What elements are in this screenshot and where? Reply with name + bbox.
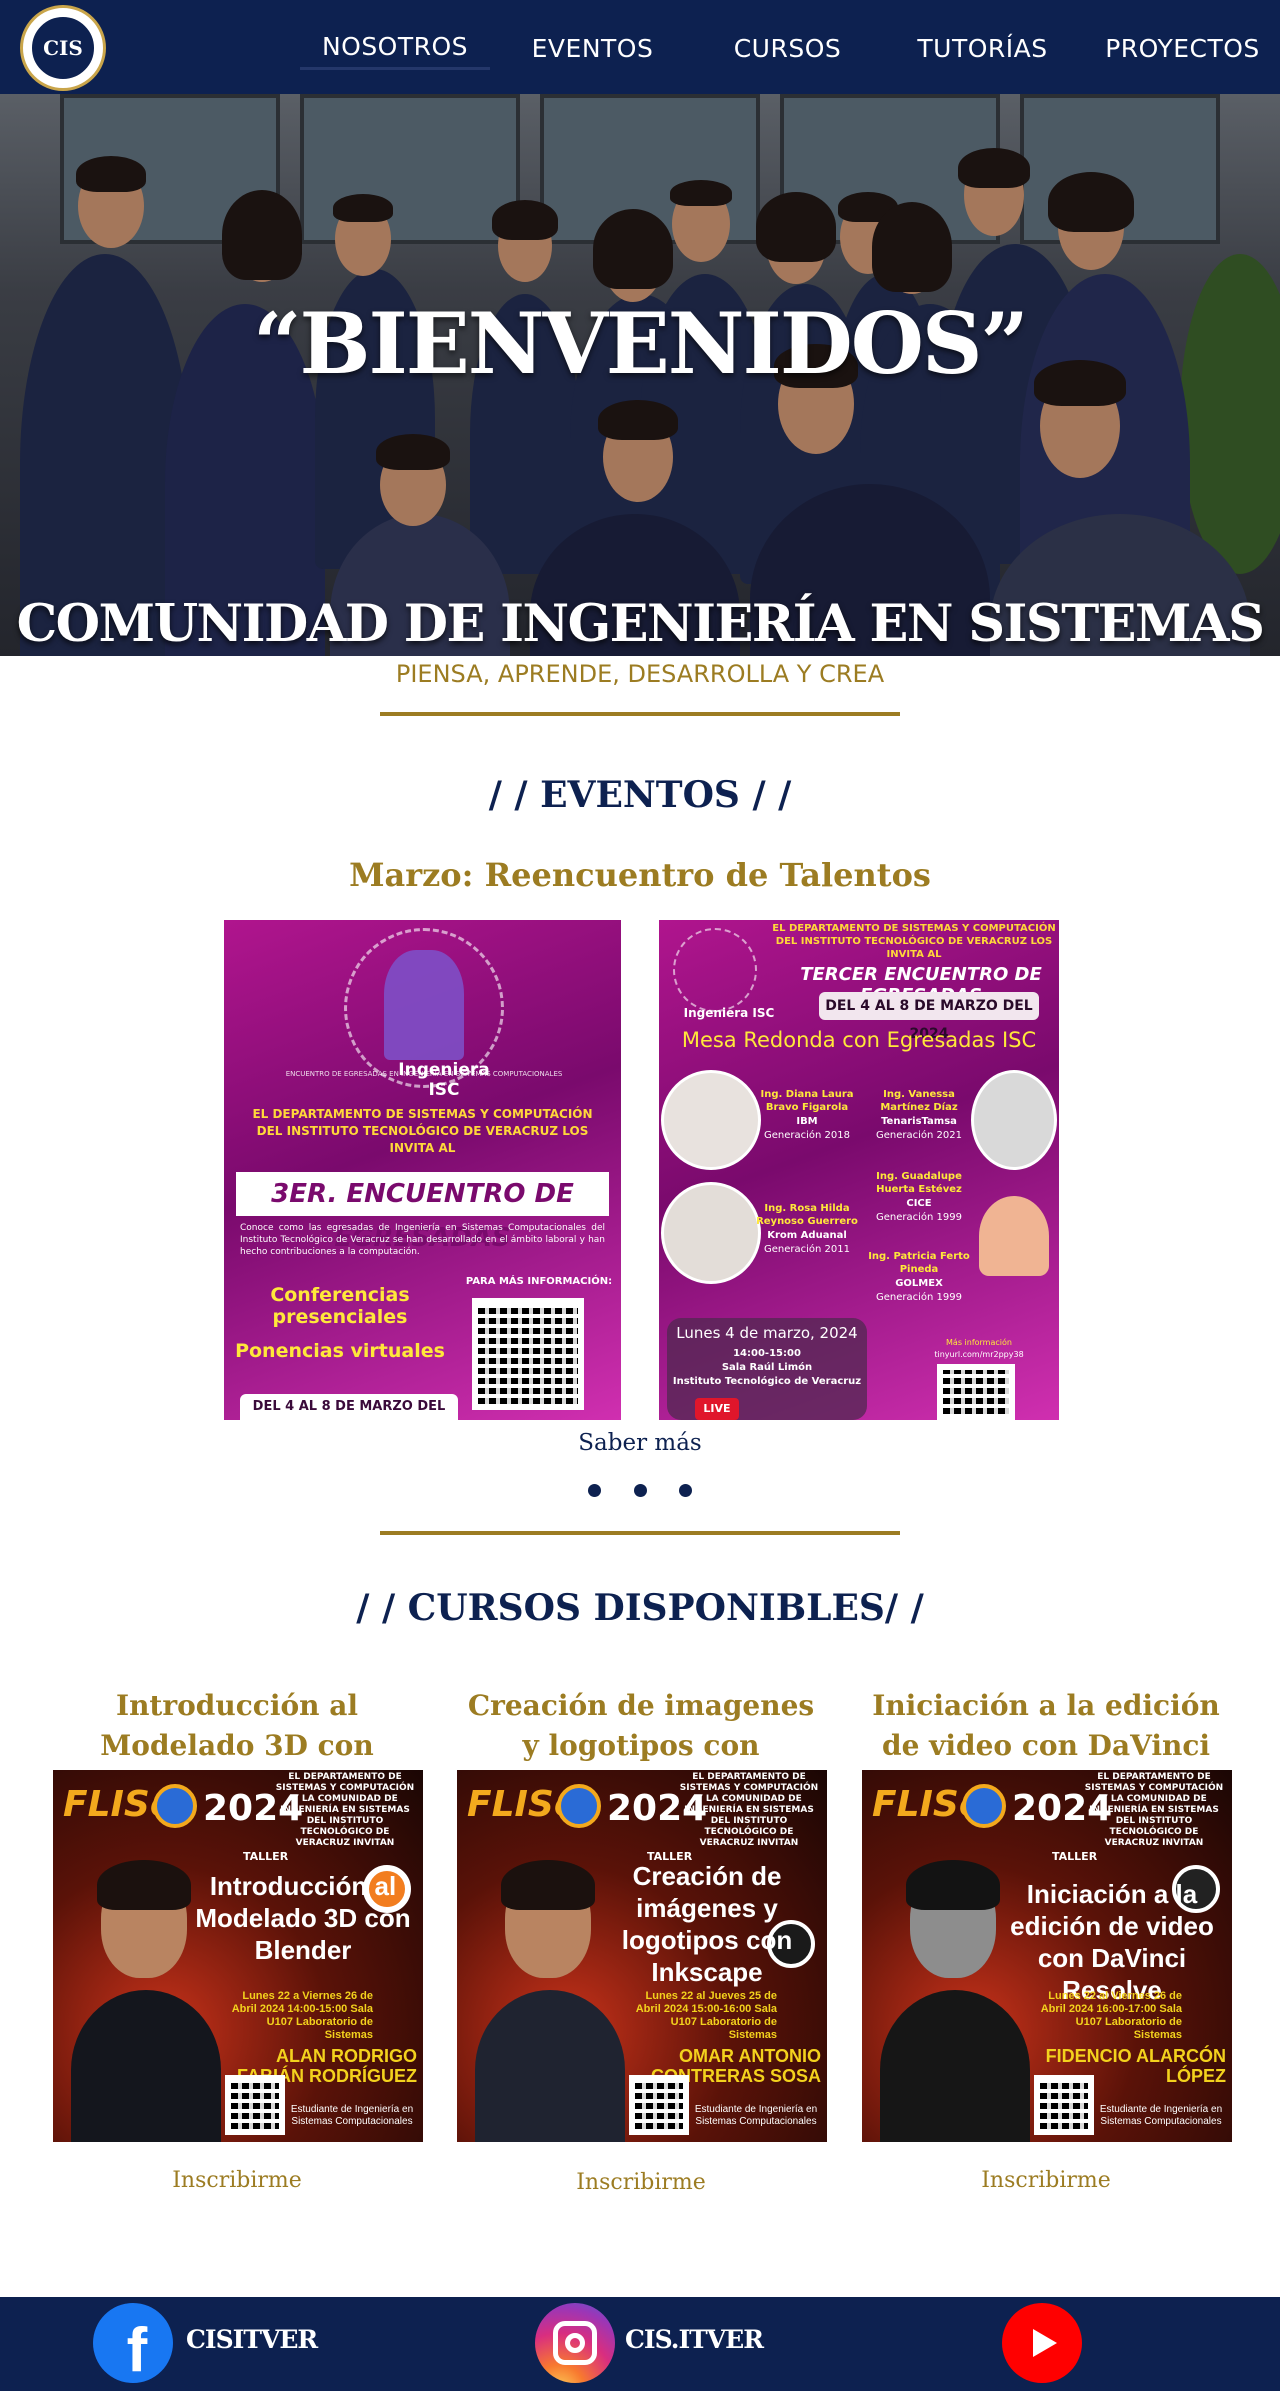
poster-invite: EL DEPARTAMENTO DE SISTEMAS Y COMPUTACIÓ…	[252, 1107, 593, 1155]
facebook-link[interactable]: CISITVER	[186, 2325, 318, 2354]
speaker-3-gen: Generación 1999	[876, 1212, 962, 1223]
cis-logo[interactable]: CIS	[20, 5, 106, 91]
youtube-icon[interactable]	[1002, 2303, 1082, 2383]
speaker-1-gen: Generación 2018	[764, 1130, 850, 1141]
poster2-mesa: Mesa Redonda con Egresadas ISC	[681, 1028, 1037, 1052]
event-poster-1[interactable]: ENCUENTRO DE EGRESADAS EN INGENIERÍA EN …	[224, 920, 621, 1420]
instagram-link[interactable]: CIS.ITVER	[625, 2325, 764, 2354]
speaker-1-org: IBM	[796, 1116, 818, 1127]
poster-department: EL DEPARTAMENTO DE SISTEMAS Y COMPUTACIÓ…	[679, 1772, 819, 1848]
poster-student-note: Estudiante de Ingeniería en Sistemas Com…	[290, 2104, 414, 2127]
poster2-info-label: Más información	[946, 1338, 1012, 1347]
poster2-dates: DEL 4 AL 8 DE MARZO DEL 2024	[819, 992, 1039, 1042]
speaker-4-name: Ing. Rosa Hilda Reynoso Guerrero	[756, 1203, 858, 1227]
poster-body: Conoce como las egresadas de Ingeniería …	[240, 1223, 605, 1257]
events-heading: / / EVENTOS / /	[488, 774, 792, 816]
speaker-2-gen: Generación 2021	[876, 1130, 962, 1141]
poster-qr-code	[629, 2075, 689, 2135]
hero-banner: “BIENVENIDOS” COMUNIDAD DE INGENIERÍA EN…	[0, 94, 1280, 656]
globe-icon	[557, 1784, 601, 1828]
poster2-ring	[673, 928, 757, 1012]
speaker-5-org: GOLMEX	[895, 1278, 943, 1289]
speaker-3-org: CICE	[906, 1198, 932, 1209]
course-1-enroll-button[interactable]: Inscribirme	[52, 2168, 422, 2193]
hero-title: “BIENVENIDOS”	[253, 294, 1029, 393]
speaker-3-name: Ing. Guadalupe Huerta Estévez	[876, 1171, 962, 1195]
poster2-header: EL DEPARTAMENTO DE SISTEMAS Y COMPUTACIÓ…	[772, 923, 1056, 960]
globe-icon	[962, 1784, 1006, 1828]
nav-cursos[interactable]: CURSOS	[710, 26, 865, 70]
poster-course-title: Iniciación a la edición de video con DaV…	[1010, 1879, 1214, 2005]
carousel-dots	[588, 1484, 692, 1500]
poster-taller: TALLER	[1052, 1850, 1098, 1863]
course-3-poster[interactable]: FLISoL 2024 EL DEPARTAMENTO DE SISTEMAS …	[862, 1770, 1232, 2142]
course-2-poster[interactable]: FLISoL 2024 EL DEPARTAMENTO DE SISTEMAS …	[457, 1770, 827, 2142]
poster2-info-url: tinyurl.com/mr2ppy38	[934, 1350, 1024, 1359]
nav-nosotros[interactable]: NOSOTROS	[300, 26, 490, 70]
speaker-2-org: TenarisTamsa	[881, 1116, 957, 1127]
poster-schedule: Lunes 22 al Viernes 26 de Abril 2024 16:…	[1040, 1990, 1182, 2041]
poster2-badge: Ingeniera ISC	[683, 1006, 775, 1020]
poster-badge: Ingeniera ISC	[398, 1060, 490, 1100]
poster2-time: 14:00-15:00	[733, 1348, 801, 1359]
events-subheading: Marzo: Reencuentro de Talentos	[349, 856, 931, 894]
poster-course-title: Creación de imágenes y logotipos con Ink…	[621, 1861, 793, 1987]
speaker-photo-1	[661, 1070, 761, 1170]
speaker-photo-4	[661, 1182, 761, 1284]
event-poster-2[interactable]: EL DEPARTAMENTO DE SISTEMAS Y COMPUTACIÓ…	[659, 920, 1059, 1420]
gold-divider	[380, 712, 900, 716]
speaker-4-org: Krom Aduanal	[767, 1230, 847, 1241]
poster2-room: Sala Raúl Limón	[721, 1362, 813, 1373]
course-3-enroll-button[interactable]: Inscribirme	[861, 2168, 1231, 2193]
poster-schedule: Lunes 22 al Jueves 25 de Abril 2024 15:0…	[635, 1990, 777, 2041]
speaker-1-name: Ing. Diana Laura Bravo Figarola	[760, 1089, 854, 1113]
poster-course-title: Introducción al Modelado 3D con Blender	[195, 1871, 411, 1965]
top-navbar: CIS NOSOTROS EVENTOS CURSOS TUTORÍAS PRO…	[0, 0, 1280, 94]
poster-student-note: Estudiante de Ingeniería en Sistemas Com…	[694, 2104, 818, 2127]
speaker-5-name: Ing. Patricia Ferto Pineda	[868, 1251, 970, 1275]
instagram-icon[interactable]	[535, 2303, 615, 2383]
poster-more-info: PARA MÁS INFORMACIÓN:	[465, 1276, 613, 1287]
poster2-place: Instituto Tecnológico de Veracruz	[672, 1376, 862, 1387]
speaker-photo-2	[971, 1070, 1057, 1170]
speaker-5-gen: Generación 1999	[876, 1292, 962, 1303]
speaker-2-name: Ing. Vanessa Martínez Díaz	[880, 1089, 958, 1113]
globe-icon	[153, 1784, 197, 1828]
saber-mas-link[interactable]: Saber más	[0, 1430, 1280, 1456]
course-1-poster[interactable]: FLISoL 2024 EL DEPARTAMENTO DE SISTEMAS …	[53, 1770, 423, 2142]
poster2-when: Lunes 4 de marzo, 2024	[676, 1324, 858, 1342]
courses-heading: / / CURSOS DISPONIBLES/ /	[356, 1587, 924, 1629]
poster2-qr-code	[937, 1364, 1015, 1420]
hologram-figure	[384, 950, 464, 1060]
poster-department: EL DEPARTAMENTO DE SISTEMAS Y COMPUTACIÓ…	[275, 1772, 415, 1848]
logo-text: CIS	[30, 15, 96, 81]
nav-eventos[interactable]: EVENTOS	[510, 26, 675, 70]
poster-title: 3ER. ENCUENTRO DE EGRESADAS	[236, 1172, 609, 1253]
poster-line1: Conferencias presenciales	[270, 1284, 410, 1328]
carousel-dot-1[interactable]	[588, 1484, 601, 1497]
poster-schedule: Lunes 22 a Viernes 26 de Abril 2024 14:0…	[231, 1990, 373, 2041]
poster-qr-code	[472, 1298, 584, 1410]
poster-qr-code	[1034, 2075, 1094, 2135]
facebook-icon[interactable]: f	[93, 2303, 173, 2385]
carousel-dot-3[interactable]	[679, 1484, 692, 1497]
live-badge: LIVE	[695, 1398, 739, 1420]
nav-tutorias[interactable]: TUTORÍAS	[900, 26, 1065, 70]
carousel-dot-2[interactable]	[633, 1484, 647, 1497]
poster-dates: DEL 4 AL 8 DE MARZO DEL 2024	[240, 1394, 458, 1420]
poster-line2: Ponencias virtuales	[235, 1340, 445, 1362]
gold-divider-2	[380, 1531, 900, 1535]
speaker-4-gen: Generación 2011	[764, 1244, 850, 1255]
speaker-avatar-5	[979, 1196, 1049, 1276]
poster-student-note: Estudiante de Ingeniería en Sistemas Com…	[1099, 2104, 1223, 2127]
hero-subtitle: COMUNIDAD DE INGENIERÍA EN SISTEMAS	[16, 594, 1265, 654]
poster-taller: TALLER	[243, 1850, 289, 1863]
nav-proyectos[interactable]: PROYECTOS	[1095, 26, 1270, 70]
poster-department: EL DEPARTAMENTO DE SISTEMAS Y COMPUTACIÓ…	[1084, 1772, 1224, 1848]
poster-qr-code	[225, 2075, 285, 2135]
course-2-enroll-button[interactable]: Inscribirme	[456, 2170, 826, 2195]
tagline: PIENSA, APRENDE, DESARROLLA Y CREA	[395, 660, 885, 688]
